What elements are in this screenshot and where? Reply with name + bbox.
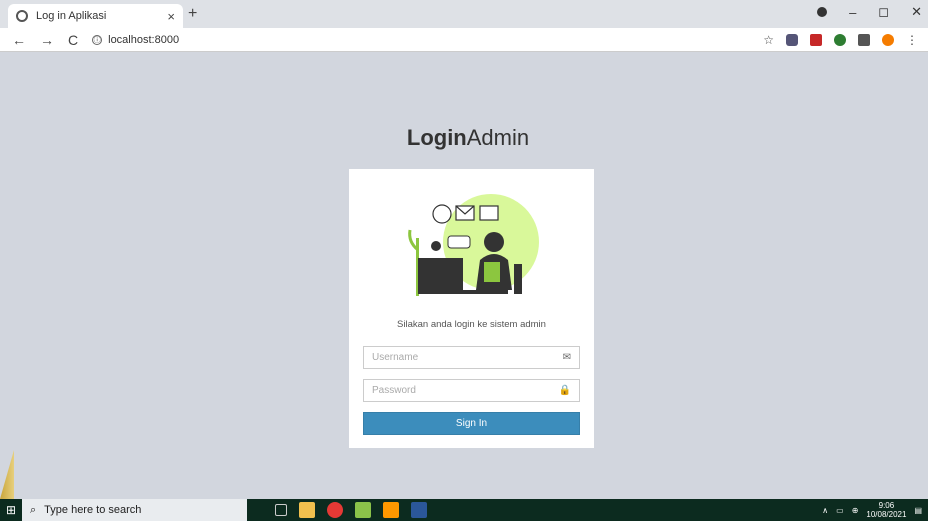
minimize-button[interactable]: –: [849, 5, 856, 20]
maximize-button[interactable]: ◻: [878, 4, 889, 20]
windows-start-icon[interactable]: ⊞: [0, 499, 22, 521]
new-tab-button[interactable]: +: [188, 5, 197, 23]
support-agent-illustration: [408, 194, 539, 296]
page-body: LoginAdmin Silakan anda login ke sistem …: [8, 52, 928, 499]
username-input[interactable]: [372, 352, 563, 363]
forward-button[interactable]: →: [40, 32, 54, 48]
puzzle-icon[interactable]: [858, 34, 870, 46]
tab-close-icon[interactable]: ×: [167, 9, 175, 24]
close-window-button[interactable]: ✕: [911, 4, 922, 20]
nav-buttons: ← → C: [12, 32, 78, 48]
notification-icon[interactable]: ▤: [914, 506, 922, 515]
extensions-bar: ☆ ⋮: [763, 33, 918, 47]
reload-button[interactable]: C: [68, 32, 78, 48]
chevron-up-icon[interactable]: ∧: [822, 506, 828, 515]
sign-in-button[interactable]: Sign In: [363, 412, 580, 435]
login-logo: LoginAdmin: [406, 125, 530, 150]
login-box: Silakan anda login ke sistem admin ✉ 🔒 S…: [349, 169, 594, 448]
password-field: 🔒: [363, 379, 580, 402]
task-view-icon[interactable]: [275, 504, 287, 516]
password-input[interactable]: [372, 385, 559, 396]
language-icon[interactable]: ⊕: [852, 506, 859, 515]
app-green-icon[interactable]: [355, 502, 371, 518]
word-icon[interactable]: [411, 502, 427, 518]
chrome-icon[interactable]: [327, 502, 343, 518]
back-button[interactable]: ←: [12, 32, 26, 48]
sublime-icon[interactable]: [383, 502, 399, 518]
taskbar-search[interactable]: ⌕ Type here to search: [22, 499, 247, 521]
system-tray: ∧ ▭ ⊕ 9:06 10/08/2021 ▤: [822, 499, 922, 521]
menu-icon[interactable]: ⋮: [906, 33, 918, 47]
tab-log-in[interactable]: Log in Aplikasi ×: [8, 4, 183, 28]
pdf-icon[interactable]: [810, 34, 822, 46]
envelope-icon: ✉: [562, 352, 571, 363]
username-field: ✉: [363, 346, 580, 369]
login-message: Silakan anda login ke sistem admin: [397, 319, 546, 330]
desktop-edge: [0, 450, 14, 499]
taskbar-apps: [275, 502, 427, 518]
profile-avatar[interactable]: [882, 34, 894, 46]
browser-tab-strip: Log in Aplikasi × + – ◻ ✕: [0, 0, 928, 28]
lock-icon: 🔒: [558, 385, 571, 396]
tab-title: Log in Aplikasi: [36, 10, 107, 22]
taskbar: ⊞ ⌕ Type here to search ∧ ▭ ⊕ 9:06 10/08…: [0, 499, 928, 521]
extension-green-icon[interactable]: [834, 34, 846, 46]
search-icon: ⌕: [30, 503, 37, 516]
network-icon[interactable]: ▭: [836, 506, 844, 515]
record-icon[interactable]: [817, 7, 828, 17]
file-explorer-icon[interactable]: [299, 502, 315, 518]
star-icon[interactable]: ☆: [763, 33, 774, 47]
url-text: localhost:8000: [108, 33, 180, 46]
clock-date: 10/08/2021: [866, 510, 907, 519]
search-placeholder: Type here to search: [44, 504, 142, 516]
url-field[interactable]: ⓘ localhost:8000: [92, 34, 179, 46]
clock-time: 9:06: [878, 501, 895, 510]
extension-cube-icon[interactable]: [786, 34, 798, 46]
site-info-icon[interactable]: ⓘ: [92, 34, 103, 45]
globe-icon: [16, 10, 28, 22]
window-controls: – ◻ ✕: [817, 4, 922, 20]
clock[interactable]: 9:06 10/08/2021: [866, 501, 906, 519]
